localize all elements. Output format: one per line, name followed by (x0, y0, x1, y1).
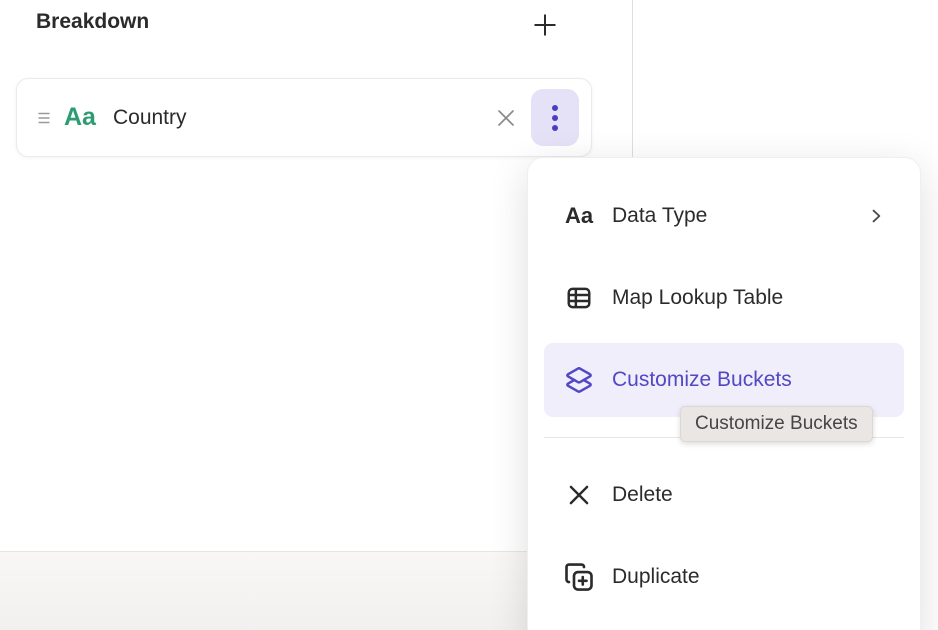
menu-item-duplicate[interactable]: Duplicate (544, 540, 904, 614)
close-icon (494, 106, 518, 130)
menu-item-map-lookup-table[interactable]: Map Lookup Table (544, 261, 904, 335)
menu-item-label: Data Type (612, 204, 707, 228)
screen: Breakdown Aa Country (0, 0, 938, 630)
remove-breakdown-button[interactable] (489, 101, 523, 135)
menu-item-delete[interactable]: Delete (544, 458, 904, 532)
menu-item-label: Customize Buckets (612, 368, 792, 392)
duplicate-icon (562, 562, 596, 592)
more-options-button[interactable] (531, 89, 579, 146)
menu-item-data-type[interactable]: Aa Data Type (544, 179, 904, 253)
string-type-icon: Aa (64, 105, 96, 130)
menu-item-label: Map Lookup Table (612, 286, 783, 310)
kebab-menu-icon (551, 103, 559, 133)
context-menu: Aa Data Type Map Lookup Table Customize … (527, 157, 921, 630)
breakdown-property-label: Country (113, 106, 187, 130)
x-icon (562, 482, 596, 508)
menu-item-label: Duplicate (612, 565, 700, 589)
panel-header: Breakdown (0, 0, 632, 56)
breakdown-property-card[interactable]: Aa Country (16, 78, 592, 157)
chevron-right-icon (866, 206, 886, 226)
table-icon (562, 284, 596, 312)
add-breakdown-button[interactable] (526, 6, 564, 44)
tooltip: Customize Buckets (680, 406, 873, 442)
layers-icon (562, 366, 596, 394)
page-title: Breakdown (36, 10, 149, 34)
menu-item-label: Delete (612, 483, 673, 507)
plus-icon (531, 11, 559, 39)
drag-handle-icon[interactable] (37, 110, 51, 126)
text-type-icon: Aa (562, 205, 596, 227)
